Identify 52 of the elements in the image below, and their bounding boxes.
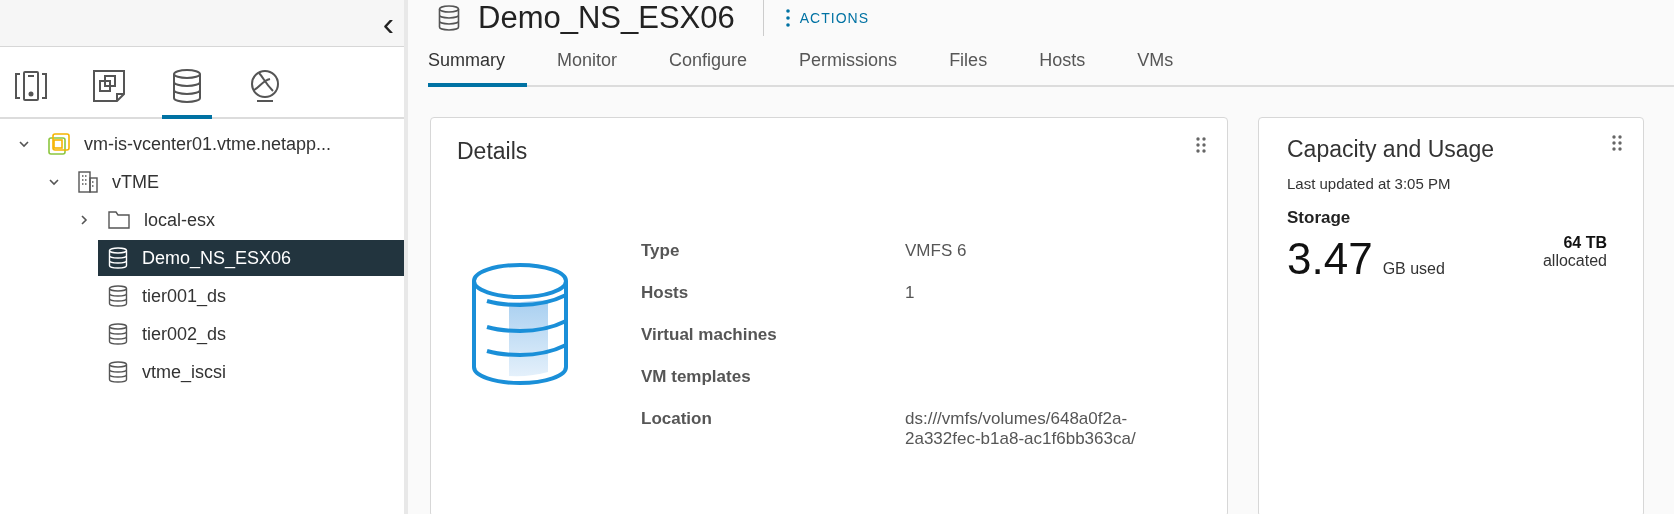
- database-icon: [172, 69, 202, 103]
- tab[interactable]: Files: [949, 36, 1010, 87]
- database-icon: [108, 247, 128, 269]
- globe-icon: [249, 69, 281, 103]
- used-value: 3.47: [1287, 234, 1373, 284]
- tree-item[interactable]: tier002_ds: [98, 316, 404, 352]
- tab[interactable]: VMs: [1137, 36, 1196, 87]
- card-title: Capacity and Usage: [1287, 136, 1495, 163]
- tab[interactable]: Hosts: [1039, 36, 1108, 87]
- used-unit: GB used: [1382, 260, 1445, 278]
- tree-item[interactable]: vTME: [68, 164, 404, 200]
- property-label: Type: [641, 241, 681, 261]
- tree-item[interactable]: tier001_ds: [98, 278, 404, 314]
- property-value: 1: [905, 283, 916, 303]
- database-icon: [471, 263, 569, 387]
- tab[interactable]: Summary: [428, 36, 527, 87]
- chevron-icon: [18, 138, 30, 150]
- folder-icon: [108, 211, 130, 229]
- building-icon: [78, 171, 98, 193]
- section-label: Storage: [1287, 208, 1352, 228]
- kebab-icon: [785, 9, 790, 27]
- property-label: Virtual machines: [641, 325, 778, 345]
- tree-item[interactable]: Demo_NS_ESX06: [98, 240, 404, 276]
- allocated-value: 64 TB: [1563, 234, 1607, 252]
- card-title: Details: [457, 138, 528, 165]
- drag-handle-icon[interactable]: [1611, 134, 1623, 152]
- drag-handle-icon[interactable]: [1195, 136, 1207, 154]
- object-title: Demo_NS_ESX06: [478, 0, 735, 36]
- property-value: ds:///vmfs/volumes/648a0f2a-2a332fec-b1a8-ac1f6bb363ca/: [905, 409, 1137, 449]
- tree-item[interactable]: vm-is-vcenter01.vtme.netapp...: [38, 126, 404, 162]
- tree-item[interactable]: local-esx: [98, 202, 404, 238]
- property-value: VMFS 6: [905, 241, 968, 261]
- property-label: Location: [641, 409, 713, 430]
- vcenter-icon: [48, 133, 70, 155]
- database-icon: [108, 285, 128, 307]
- last-updated-text: Last updated at 3:05 PM: [1287, 175, 1452, 192]
- property-label: Hosts: [641, 283, 690, 303]
- database-icon: [108, 361, 128, 383]
- chevron-icon: [48, 176, 60, 188]
- property-label: VM templates: [641, 367, 752, 387]
- allocated-label: allocated: [1542, 252, 1607, 270]
- database-icon: [438, 5, 460, 31]
- tab[interactable]: Configure: [669, 36, 770, 87]
- collapse-button[interactable]: ‹: [376, 6, 400, 40]
- chevron-icon: [78, 214, 90, 226]
- tree-item[interactable]: vtme_iscsi: [98, 354, 404, 390]
- phone-icon: [14, 71, 48, 101]
- copy-icon: [93, 70, 125, 102]
- tab[interactable]: Permissions: [799, 36, 920, 87]
- database-icon: [108, 323, 128, 345]
- tab[interactable]: Monitor: [557, 36, 640, 87]
- actions-button[interactable]: ACTIONS: [785, 9, 869, 27]
